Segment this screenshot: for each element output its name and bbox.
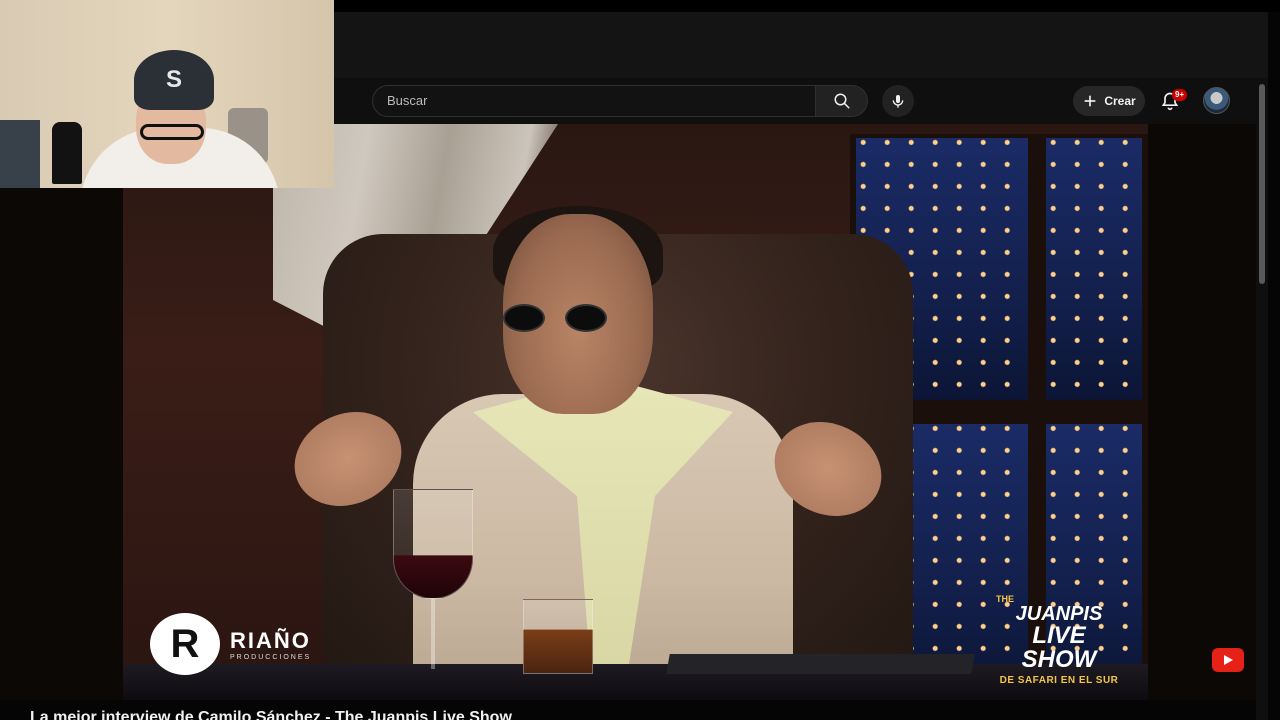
scrollbar-thumb[interactable] <box>1259 84 1265 284</box>
search-icon <box>834 93 849 109</box>
riano-producciones-logo: R RIAÑO PRODUCCIONES <box>150 612 330 676</box>
video-title[interactable]: La mejor interview de Camilo Sánchez - T… <box>30 709 512 720</box>
search-placeholder: Buscar <box>387 93 428 108</box>
notification-count-badge: 9+ <box>1172 89 1188 101</box>
webcam-overlay: S <box>0 0 334 188</box>
riano-name: RIAÑO <box>230 627 311 653</box>
juanpis-live-show-logo: THE JUANPIS LIVE SHOW DE SAFARI EN EL SU… <box>994 594 1124 686</box>
show-name: JUANPIS <box>1015 603 1103 625</box>
youtube-header: Buscar Crear 9+ <box>334 78 1256 124</box>
account-avatar[interactable] <box>1203 87 1230 114</box>
wine-glass-image <box>393 489 473 679</box>
screen: Buscar Crear 9+ R RIAÑO PRODUCCIONES THE… <box>0 0 1280 720</box>
tablet-image <box>666 654 975 674</box>
page-scrollbar[interactable] <box>1256 78 1268 720</box>
whisky-glass-image <box>523 599 593 674</box>
create-button[interactable]: Crear <box>1073 86 1145 116</box>
show-live-show: LIVE SHOW <box>1021 622 1097 673</box>
lamp-image <box>0 120 40 188</box>
plus-icon <box>1084 95 1096 107</box>
youtube-watermark[interactable] <box>1212 648 1244 672</box>
search-input[interactable]: Buscar <box>372 85 816 117</box>
show-subtitle: DE SAFARI EN EL SUR <box>999 675 1119 686</box>
search-button[interactable] <box>816 85 868 117</box>
voice-search-button[interactable] <box>882 85 914 117</box>
riano-mark: R <box>150 613 220 675</box>
microphone-icon <box>892 95 904 108</box>
create-button-label: Crear <box>1104 94 1136 108</box>
streamer-glasses <box>140 124 204 140</box>
cap-logo: S <box>166 66 183 93</box>
page-blank-area <box>334 12 1268 78</box>
microphone-image <box>52 122 82 184</box>
riano-sub: PRODUCCIONES <box>230 653 312 661</box>
top-band <box>334 0 1280 12</box>
video-player[interactable]: R RIAÑO PRODUCCIONES THE JUANPIS LIVE SH… <box>0 124 1256 700</box>
play-icon <box>1224 655 1233 665</box>
